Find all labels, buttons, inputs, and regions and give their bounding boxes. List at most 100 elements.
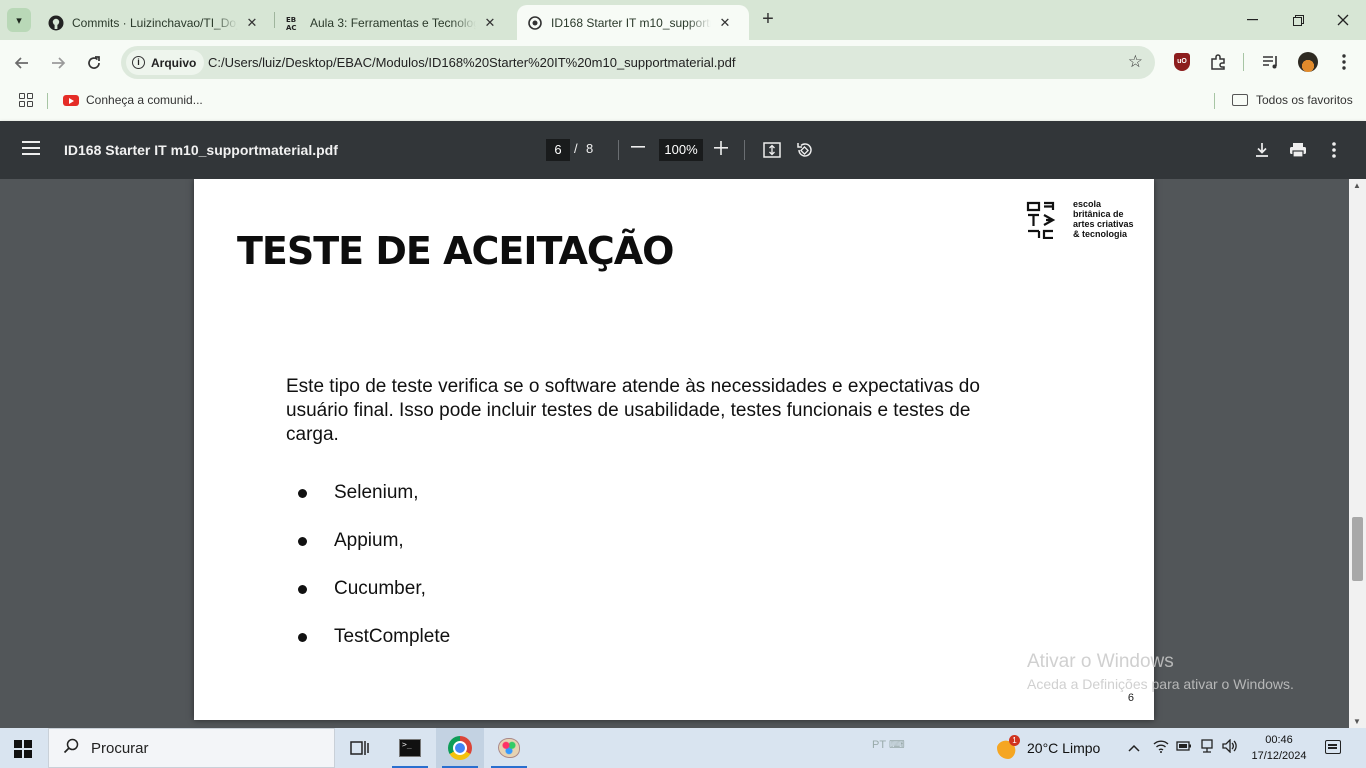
folder-icon bbox=[1232, 94, 1248, 106]
clock-date: 17/12/2024 bbox=[1251, 750, 1307, 762]
toolbar-divider bbox=[1243, 53, 1244, 71]
windows-start-icon[interactable] bbox=[14, 740, 32, 758]
fit-to-page-icon bbox=[763, 142, 781, 158]
list-item-label: Appium, bbox=[334, 530, 404, 551]
close-window-button[interactable] bbox=[1320, 0, 1366, 40]
profile-button[interactable] bbox=[1298, 52, 1318, 72]
page-number-input[interactable]: 6 bbox=[546, 139, 570, 161]
keyboard-language-label: PT bbox=[872, 739, 886, 751]
pdf-scrollbar[interactable]: ▲ ▼ bbox=[1349, 179, 1366, 728]
rotate-button[interactable] bbox=[794, 140, 814, 160]
kebab-menu-icon bbox=[1342, 54, 1346, 70]
playlist-icon bbox=[1263, 56, 1277, 69]
search-icon bbox=[63, 738, 79, 759]
reload-button[interactable] bbox=[81, 50, 107, 76]
weather-text[interactable]: 20°C Limpo bbox=[1027, 740, 1100, 756]
media-controls-button[interactable] bbox=[1261, 52, 1281, 72]
zoom-level-input[interactable]: 100% bbox=[659, 139, 703, 161]
close-tab-icon[interactable]: ✕ bbox=[482, 15, 498, 31]
tab-title: Commits · Luizinchavao/TI_Do_Zero bbox=[72, 15, 238, 30]
network-icon[interactable] bbox=[1200, 739, 1214, 756]
arrow-left-icon bbox=[14, 57, 28, 69]
watermark-title: Ativar o Windows bbox=[1027, 651, 1174, 672]
chevron-up-icon[interactable] bbox=[1128, 739, 1140, 755]
minimize-button[interactable] bbox=[1229, 0, 1275, 40]
volume-icon[interactable] bbox=[1222, 738, 1238, 756]
tab-github-commits[interactable]: Commits · Luizinchavao/TI_Do_Zero ✕ bbox=[38, 5, 274, 40]
notifications-icon[interactable] bbox=[1325, 740, 1341, 754]
pdf-menu-icon[interactable] bbox=[22, 141, 40, 155]
list-item: TestComplete bbox=[298, 613, 450, 661]
taskbar-terminal-app[interactable] bbox=[386, 728, 434, 768]
wifi-icon[interactable] bbox=[1153, 739, 1169, 756]
browser-toolbar: i Arquivo C:/Users/luiz/Desktop/EBAC/Mod… bbox=[0, 40, 1366, 85]
close-tab-icon[interactable]: ✕ bbox=[717, 15, 733, 31]
keyboard-language[interactable]: PT ⌨ bbox=[872, 738, 905, 751]
avatar bbox=[1298, 52, 1318, 72]
bookmark-item[interactable]: Conheça a comunid... bbox=[63, 93, 203, 107]
download-button[interactable] bbox=[1252, 140, 1272, 160]
tool-list: Selenium, Appium, Cucumber, TestComplete bbox=[298, 469, 450, 661]
github-icon bbox=[48, 15, 64, 31]
url-text[interactable]: C:/Users/luiz/Desktop/EBAC/Modulos/ID168… bbox=[208, 55, 735, 70]
pdf-canvas[interactable]: TESTE DE ACEITAÇÃO escola britânica de a… bbox=[0, 179, 1349, 728]
paint-palette-icon bbox=[498, 738, 520, 758]
site-info-chip[interactable]: i Arquivo bbox=[126, 50, 205, 75]
rotate-icon bbox=[797, 143, 812, 157]
tab-search-button[interactable]: ▾ bbox=[7, 8, 31, 32]
bookmarks-divider bbox=[1214, 93, 1215, 109]
close-tab-icon[interactable]: ✕ bbox=[244, 15, 260, 31]
restore-button[interactable] bbox=[1275, 0, 1321, 40]
fit-page-button[interactable] bbox=[762, 140, 782, 160]
extensions-button[interactable] bbox=[1208, 52, 1228, 72]
taskbar-chrome-app[interactable] bbox=[436, 728, 484, 768]
tab-aula-3[interactable]: EBAC Aula 3: Ferramentas e Tecnologias ✕ bbox=[276, 5, 512, 40]
list-item-label: Selenium, bbox=[334, 482, 419, 503]
list-item-label: TestComplete bbox=[334, 626, 451, 647]
tab-pdf-active[interactable]: ID168 Starter IT m10_supportmaterial.pdf… bbox=[517, 5, 749, 40]
svg-text:EB: EB bbox=[286, 16, 296, 24]
print-button[interactable] bbox=[1288, 140, 1308, 160]
bullet-icon bbox=[298, 632, 307, 642]
address-bar[interactable]: i Arquivo C:/Users/luiz/Desktop/EBAC/Mod… bbox=[121, 46, 1155, 79]
print-icon bbox=[1290, 143, 1306, 158]
zoom-in-button[interactable] bbox=[714, 135, 728, 161]
zoom-out-button[interactable] bbox=[631, 137, 645, 160]
browser-menu-button[interactable] bbox=[1334, 52, 1354, 72]
minus-icon bbox=[631, 146, 645, 148]
list-item: Selenium, bbox=[298, 469, 450, 517]
ublock-icon: uO bbox=[1174, 53, 1190, 71]
scroll-down-arrow-icon[interactable]: ▼ bbox=[1353, 717, 1361, 726]
ublock-extension-button[interactable]: uO bbox=[1172, 52, 1192, 72]
back-button[interactable] bbox=[9, 50, 35, 76]
pdf-more-button[interactable] bbox=[1324, 140, 1344, 160]
forward-button[interactable] bbox=[45, 50, 71, 76]
download-icon bbox=[1256, 143, 1268, 157]
chrome-icon bbox=[448, 736, 472, 760]
ebac-logo-icon bbox=[1026, 201, 1056, 239]
battery-icon[interactable] bbox=[1176, 739, 1192, 755]
page-separator: / bbox=[574, 141, 578, 156]
weather-badge: 1 bbox=[1009, 735, 1020, 746]
scroll-up-arrow-icon[interactable]: ▲ bbox=[1353, 181, 1361, 190]
task-view-button[interactable] bbox=[336, 728, 384, 768]
scrollbar-thumb[interactable] bbox=[1352, 517, 1363, 581]
pdf-page: TESTE DE ACEITAÇÃO escola britânica de a… bbox=[194, 179, 1154, 720]
bookmark-star-icon[interactable]: ☆ bbox=[1128, 52, 1143, 72]
system-clock[interactable]: 00:46 17/12/2024 bbox=[1248, 732, 1310, 764]
globe-icon bbox=[527, 15, 543, 31]
apps-grid-icon[interactable] bbox=[19, 93, 33, 107]
terminal-icon bbox=[399, 739, 421, 757]
logo-line: artes criativas bbox=[1073, 219, 1134, 229]
taskbar-paint-app[interactable] bbox=[485, 728, 533, 768]
pdf-file-name: ID168 Starter IT m10_supportmaterial.pdf bbox=[64, 142, 338, 158]
reload-icon bbox=[88, 56, 100, 69]
slide-page-number: 6 bbox=[1127, 692, 1134, 704]
chevron-down-icon: ▾ bbox=[16, 14, 22, 27]
pdf-toolbar-divider bbox=[744, 140, 745, 160]
all-favorites-folder[interactable]: Todos os favoritos bbox=[1232, 93, 1353, 107]
pdf-toolbar: ID168 Starter IT m10_supportmaterial.pdf… bbox=[0, 121, 1366, 179]
tab-title: Aula 3: Ferramentas e Tecnologias bbox=[310, 15, 476, 30]
new-tab-button[interactable]: + bbox=[757, 9, 779, 31]
taskbar-search-box[interactable]: Procurar bbox=[48, 728, 335, 768]
